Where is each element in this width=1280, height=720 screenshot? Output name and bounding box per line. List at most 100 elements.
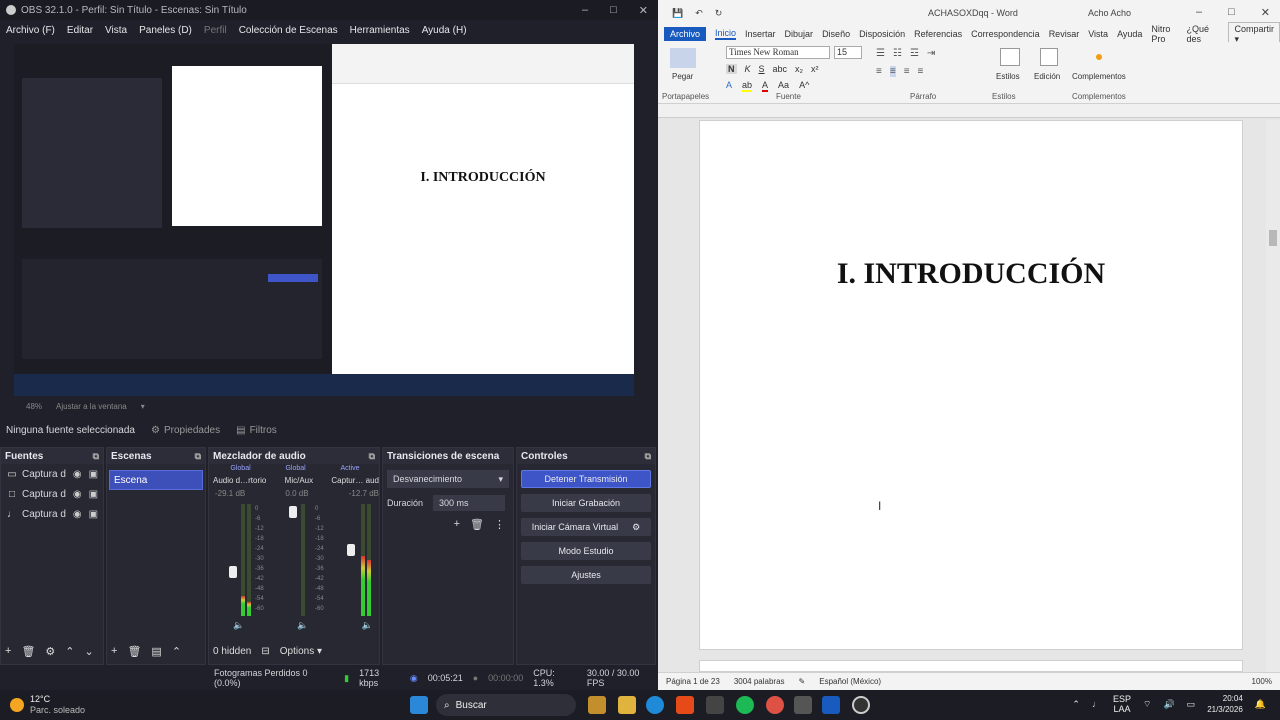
menu-perfil[interactable]: Perfil — [204, 25, 227, 36]
eye-icon[interactable]: ◉ — [73, 469, 82, 480]
addins-button[interactable]: Complementos — [1072, 72, 1126, 81]
menu-ayuda[interactable]: Ayuda (H) — [422, 25, 467, 36]
zoom-value[interactable]: 48% — [26, 402, 42, 411]
numbering-icon[interactable]: ☷ — [893, 48, 902, 59]
lock-icon[interactable]: ▣ — [89, 509, 98, 520]
channel-name[interactable]: Mic/Aux — [285, 476, 313, 485]
duration-field[interactable]: 300 ms — [433, 495, 506, 511]
app-copilot-icon[interactable] — [588, 696, 606, 714]
text-effects-icon[interactable]: A — [726, 80, 732, 92]
properties-button[interactable]: ⚙ Propiedades — [151, 425, 220, 436]
tab-dibujar[interactable]: Dibujar — [785, 29, 814, 39]
notification-icon[interactable]: 🔔 — [1255, 699, 1266, 710]
menu-herramientas[interactable]: Herramientas — [350, 25, 410, 36]
indent-icon[interactable]: ⇥ — [927, 48, 935, 59]
lock-icon[interactable]: ▣ — [89, 489, 98, 500]
tab-ayuda[interactable]: Ayuda — [1117, 29, 1142, 39]
add-icon[interactable]: + — [111, 645, 117, 657]
strike-icon[interactable]: abc — [773, 64, 788, 74]
zoom-level[interactable]: 100% — [1252, 677, 1280, 686]
tab-revisar[interactable]: Revisar — [1049, 29, 1080, 39]
ruler[interactable] — [658, 104, 1280, 118]
tell-me[interactable]: ¿Qué des — [1186, 24, 1215, 44]
file-explorer-icon[interactable] — [618, 696, 636, 714]
search-icon[interactable] — [1040, 48, 1058, 66]
underline-icon[interactable]: S — [759, 64, 765, 74]
menu-vista[interactable]: Vista — [105, 25, 127, 36]
change-case-icon[interactable]: Aa — [778, 80, 789, 92]
tab-disposicion[interactable]: Disposición — [859, 29, 905, 39]
menu-archivo[interactable]: Archivo (F) — [6, 25, 55, 36]
speaker-icon[interactable]: 🔈 — [362, 620, 373, 631]
obs-icon[interactable] — [852, 696, 870, 714]
volume-slider[interactable] — [229, 566, 237, 578]
battery-icon[interactable]: ▭ — [1187, 699, 1196, 710]
chevron-down-icon[interactable]: ▾ — [141, 402, 145, 411]
bullets-icon[interactable]: ☰ — [876, 48, 885, 59]
speaker-icon[interactable]: 🔈 — [233, 620, 244, 631]
tool-icon[interactable] — [794, 696, 812, 714]
align-center-icon[interactable]: ≡ — [889, 66, 896, 77]
grow-font-icon[interactable]: A^ — [799, 80, 809, 92]
scroll-thumb[interactable] — [1269, 230, 1277, 246]
stop-stream-button[interactable]: Detener Transmisión — [521, 470, 651, 488]
channel-name[interactable]: Captur… aud — [331, 476, 379, 485]
source-item[interactable]: ♩ Captura d ◉ ▣ — [1, 504, 103, 524]
source-item[interactable]: ▭ Captura d ◉ ▣ — [1, 464, 103, 484]
user-name[interactable]: Acho Acho — [1088, 8, 1131, 18]
document-page-next[interactable] — [699, 660, 1243, 672]
align-left-icon[interactable]: ≡ — [876, 66, 882, 77]
studio-mode-button[interactable]: Modo Estudio — [521, 542, 651, 560]
maximize-icon[interactable]: □ — [610, 4, 617, 17]
tab-correspondencia[interactable]: Correspondencia — [971, 29, 1040, 39]
addins-icon[interactable] — [1096, 54, 1102, 60]
paste-icon[interactable] — [670, 48, 696, 68]
tab-diseno[interactable]: Diseño — [822, 29, 850, 39]
layout-icon[interactable]: ⊟ — [261, 646, 269, 657]
word-count[interactable]: 3004 palabras — [734, 677, 785, 686]
minimize-icon[interactable]: – — [1196, 6, 1202, 19]
lock-icon[interactable]: ▣ — [89, 469, 98, 480]
spotify-icon[interactable] — [736, 696, 754, 714]
undo-icon[interactable]: ↶ — [695, 8, 703, 19]
align-right-icon[interactable]: ≡ — [904, 66, 910, 77]
trash-icon[interactable]: 🗑 — [470, 518, 484, 531]
menu-coleccion[interactable]: Colección de Escenas — [239, 25, 338, 36]
volume-icon[interactable]: 🔊 — [1163, 699, 1174, 710]
highlight-icon[interactable]: ab — [742, 80, 753, 92]
store-icon[interactable] — [706, 696, 724, 714]
trash-icon[interactable]: 🗑 — [21, 645, 35, 658]
gear-icon[interactable]: ⚙ — [632, 522, 640, 533]
font-color-icon[interactable]: A — [762, 80, 769, 92]
start-recording-button[interactable]: Iniciar Grabación — [521, 494, 651, 512]
maximize-icon[interactable]: □ — [1228, 6, 1235, 19]
preview-canvas[interactable]: I. INTRODUCCIÓN — [14, 44, 634, 396]
bold-icon[interactable]: N — [726, 64, 737, 74]
close-icon[interactable]: ✕ — [639, 4, 648, 17]
options-button[interactable]: Options ▾ — [280, 646, 322, 657]
search-box[interactable]: ⌕ Buscar — [436, 694, 576, 716]
styles-button[interactable]: Estilos — [996, 72, 1020, 81]
paste-button[interactable]: Pegar — [672, 72, 693, 81]
edit-button[interactable]: Edición — [1034, 72, 1060, 81]
tab-vista[interactable]: Vista — [1088, 29, 1108, 39]
zoom-mode[interactable]: Ajustar a la ventana — [56, 402, 127, 411]
tab-referencias[interactable]: Referencias — [914, 29, 962, 39]
up-icon[interactable]: ⌃ — [172, 645, 181, 658]
add-icon[interactable]: + — [454, 518, 460, 531]
filters-button[interactable]: ▤ Filtros — [236, 425, 277, 436]
weather-widget[interactable]: 12°C Parc. soleado — [10, 694, 85, 716]
menu-editar[interactable]: Editar — [67, 25, 93, 36]
mic-icon[interactable]: ♩ — [1092, 699, 1101, 709]
popout-icon[interactable]: ⧉ — [195, 451, 201, 462]
chrome-icon[interactable] — [766, 696, 784, 714]
font-name-field[interactable]: Times New Roman — [726, 46, 830, 59]
more-icon[interactable]: ⋮ — [494, 518, 505, 531]
speaker-icon[interactable]: 🔈 — [297, 620, 308, 631]
windows-start-icon[interactable] — [410, 696, 428, 714]
popout-icon[interactable]: ⧉ — [369, 451, 375, 462]
eye-icon[interactable]: ◉ — [73, 509, 82, 520]
italic-icon[interactable]: K — [745, 64, 751, 74]
tab-insertar[interactable]: Insertar — [745, 29, 776, 39]
document-heading[interactable]: I. INTRODUCCIÓN — [700, 257, 1242, 291]
